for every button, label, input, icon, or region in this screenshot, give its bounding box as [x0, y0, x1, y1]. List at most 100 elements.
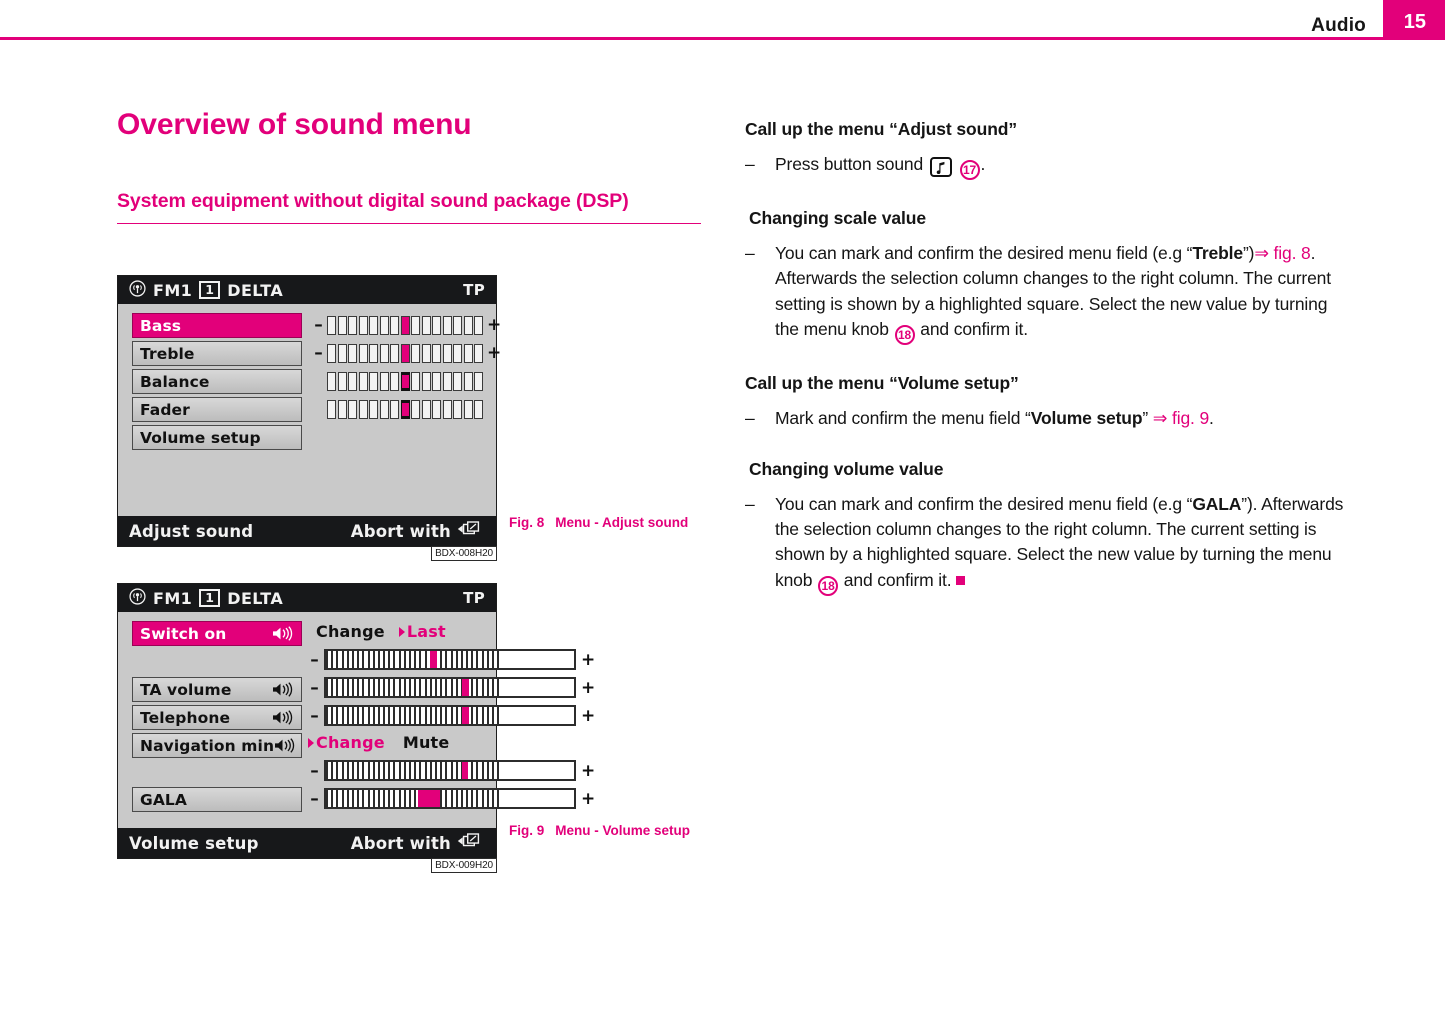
menu-item-switch-on[interactable]: Switch on — [132, 621, 302, 646]
slider-tick — [476, 790, 479, 807]
field-name-volume-setup: Volume setup — [1030, 408, 1143, 429]
slider-tick — [383, 790, 386, 807]
figure-reference-9[interactable]: ⇒ fig. 9 — [1153, 408, 1209, 428]
lcd-screen-adjust-sound: FM1 1 DELTA TP Bass Treble Balance Fader… — [117, 275, 502, 561]
scale-cell — [474, 315, 483, 335]
slider-tick — [367, 762, 370, 779]
slider-track[interactable] — [324, 677, 576, 698]
figure-caption-text: Menu - Adjust sound — [555, 515, 689, 530]
slider-thumb[interactable] — [462, 707, 470, 724]
heading-call-up-volume-setup: Call up the menu “Volume setup” — [745, 373, 1019, 394]
section-title: Overview of sound menu — [117, 108, 472, 141]
slider-tick — [351, 651, 354, 668]
slider-tick — [341, 707, 344, 724]
menu-item-volume-setup[interactable]: Volume setup — [132, 425, 302, 450]
menu-item-gala[interactable]: GALA — [132, 787, 302, 812]
slider-track[interactable] — [324, 705, 576, 726]
slider-tick — [357, 707, 360, 724]
instruction-text: Press button sound — [775, 153, 924, 174]
slider-tick — [424, 707, 427, 724]
slider-tick — [367, 679, 370, 696]
slider-tick — [450, 790, 453, 807]
menu-item-treble[interactable]: Treble — [132, 341, 302, 366]
lcd-footer-bar: Adjust sound Abort with — [118, 516, 496, 546]
slider-tick — [367, 790, 370, 807]
balance-scale[interactable]: -+ — [314, 371, 496, 391]
scale-cell — [453, 343, 462, 363]
slider-tick — [492, 790, 494, 807]
ta-volume-slider[interactable]: – + — [310, 677, 595, 698]
slider-tick — [336, 707, 339, 724]
speaker-icon — [274, 738, 296, 753]
slider-tick — [331, 790, 334, 807]
slider-thumb[interactable] — [417, 790, 440, 807]
switch-on-slider[interactable]: – + — [310, 649, 595, 670]
slider-tick — [409, 762, 411, 779]
scale-cell — [442, 371, 452, 391]
slider-tick — [455, 790, 458, 807]
bass-scale[interactable]: – + — [314, 315, 501, 335]
slider-tick — [455, 679, 458, 696]
figure-reference-8[interactable]: ⇒ fig. 8 — [1254, 243, 1310, 263]
menu-item-telephone[interactable]: Telephone — [132, 705, 302, 730]
scale-plus-sign: + — [487, 343, 502, 363]
menu-item-ta-volume[interactable]: TA volume — [132, 677, 302, 702]
menu-item-balance[interactable]: Balance — [132, 369, 302, 394]
scale-cell — [379, 343, 389, 363]
slider-tick — [346, 762, 349, 779]
navigation-min-slider[interactable]: – + — [310, 760, 595, 781]
scale-cell — [463, 399, 473, 419]
menu-item-fader[interactable]: Fader — [132, 397, 302, 422]
scale-cells — [327, 371, 483, 391]
menu-item-label: Switch on — [140, 624, 227, 643]
scale-cell — [337, 343, 347, 363]
slider-track[interactable] — [324, 760, 576, 781]
slider-tick — [471, 707, 474, 724]
gala-slider[interactable]: – + — [310, 788, 595, 809]
slider-tick — [440, 651, 443, 668]
lcd-body-adjust-sound: Bass Treble Balance Fader Volume setup –… — [118, 304, 502, 516]
slider-thumb[interactable] — [430, 651, 438, 668]
fader-scale[interactable]: -+ — [314, 399, 496, 419]
speaker-icon — [272, 710, 294, 725]
scale-cell — [390, 343, 399, 363]
scale-cell — [327, 343, 336, 363]
scale-cell — [432, 371, 441, 391]
slider-tick — [346, 679, 349, 696]
menu-item-bass[interactable]: Bass — [132, 313, 302, 338]
slider-tick — [393, 707, 396, 724]
treble-scale[interactable]: – + — [314, 343, 502, 363]
slider-tick — [486, 790, 489, 807]
slider-tick — [403, 707, 406, 724]
slider-tick — [409, 679, 411, 696]
slider-tick — [492, 651, 494, 668]
slider-track[interactable] — [324, 649, 576, 670]
navigation-options[interactable]: Change Mute — [308, 733, 449, 752]
instruction-text: ” — [1142, 408, 1149, 429]
slider-tick — [471, 679, 474, 696]
slider-tick — [331, 679, 334, 696]
switch-on-options[interactable]: Change Last — [316, 622, 446, 641]
telephone-slider[interactable]: – + — [310, 705, 595, 726]
list-item-changing-volume: – You can mark and confirm the desired m… — [745, 492, 1345, 597]
list-item-press-sound: – Press button sound 17. — [745, 152, 1345, 181]
menu-item-navigation-min[interactable]: Navigation min — [132, 733, 302, 758]
slider-track[interactable] — [324, 788, 576, 809]
slider-tick — [331, 707, 334, 724]
scale-cell — [442, 315, 452, 335]
slider-tick — [398, 651, 401, 668]
slider-tick — [471, 762, 474, 779]
slider-tick — [450, 651, 453, 668]
slider-minus-sign: – — [310, 760, 319, 781]
slider-tick — [409, 651, 411, 668]
slider-minus-sign: – — [310, 649, 319, 670]
option-change-label: Change — [316, 622, 385, 641]
slider-tick — [481, 679, 484, 696]
menu-item-label: GALA — [140, 790, 187, 809]
slider-tick — [393, 762, 396, 779]
slider-tick — [429, 707, 432, 724]
slider-tick — [440, 679, 443, 696]
slider-thumb[interactable] — [462, 679, 470, 696]
scale-cell — [474, 371, 483, 391]
slider-thumb[interactable] — [462, 762, 469, 779]
